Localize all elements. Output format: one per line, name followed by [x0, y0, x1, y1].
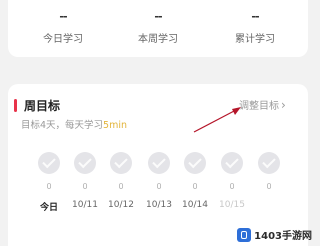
day-item[interactable]: 0 10/12: [104, 152, 138, 210]
checkin-circle-icon: [110, 152, 132, 174]
day-count: 0: [156, 182, 162, 191]
day-count: 0: [46, 182, 52, 191]
day-label: 10/14: [182, 200, 208, 210]
checkin-circle-icon: [74, 152, 96, 174]
day-count: 0: [266, 182, 272, 191]
goal-description: 目标4天，每天学习5min: [21, 117, 127, 131]
day-item[interactable]: 0 10/15: [215, 152, 249, 210]
day-label: 今日: [39, 203, 58, 213]
day-count: 0: [229, 182, 235, 191]
checkin-circle-icon: [38, 152, 60, 174]
day-count: 0: [192, 182, 198, 191]
weekly-goal-card: 周目标 调整目标 › 目标4天，每天学习5min 0 今日 0 10/11 0 1…: [8, 84, 308, 246]
adjust-goal-button[interactable]: 调整目标 ›: [239, 97, 286, 112]
stat-total-value: --: [251, 10, 259, 23]
day-item[interactable]: 0: [252, 152, 286, 200]
chevron-right-icon: ›: [281, 98, 286, 112]
checkin-circle-icon: [148, 152, 170, 174]
day-item[interactable]: 0 10/13: [142, 152, 176, 210]
stat-total-label: 累计学习: [235, 34, 275, 45]
checkin-circle-icon: [258, 152, 280, 174]
day-label: 10/11: [72, 200, 98, 210]
watermark-logo-icon: [237, 227, 252, 242]
goal-duration-highlight: 5min: [103, 120, 128, 131]
day-item[interactable]: 0 10/11: [68, 152, 102, 210]
watermark-text: 1403手游网: [254, 231, 312, 242]
stat-total: -- 累计学习: [220, 9, 290, 45]
weekly-goal-title: 周目标: [24, 99, 61, 113]
adjust-goal-label: 调整目标: [239, 101, 279, 112]
day-label: 10/15: [219, 200, 245, 210]
stat-today-value: --: [59, 10, 67, 23]
title-accent-bar: [14, 99, 17, 112]
day-label: 10/13: [146, 200, 172, 210]
stat-week: -- 本周学习: [123, 9, 193, 45]
stat-today: -- 今日学习: [28, 9, 98, 45]
checkin-circle-icon: [221, 152, 243, 174]
stat-today-label: 今日学习: [43, 34, 83, 45]
goal-description-text: 目标4天，每天学习: [21, 120, 104, 131]
day-item[interactable]: 0 今日: [32, 152, 66, 213]
day-label: 10/12: [108, 200, 134, 210]
day-count: 0: [118, 182, 124, 191]
site-watermark: 1403手游网: [237, 227, 312, 242]
learning-stats-card: -- 今日学习 -- 本周学习 -- 累计学习: [8, 0, 308, 57]
annotation-arrow-icon: [193, 107, 241, 133]
day-count: 0: [82, 182, 88, 191]
checkin-circle-icon: [184, 152, 206, 174]
day-item[interactable]: 0 10/14: [178, 152, 212, 210]
stat-week-label: 本周学习: [138, 34, 178, 45]
stat-week-value: --: [154, 10, 162, 23]
